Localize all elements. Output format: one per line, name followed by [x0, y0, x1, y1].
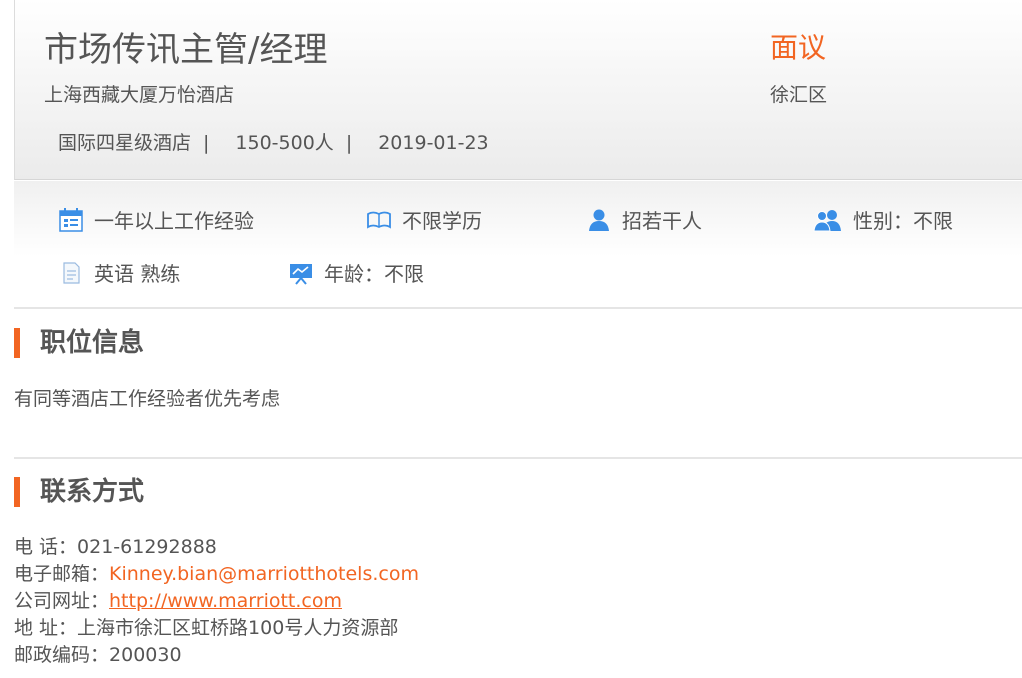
requirement-headcount: 招若干人 [586, 205, 702, 234]
email-label: 电子邮箱： [14, 563, 110, 585]
requirement-education: 不限学历 [366, 205, 482, 234]
requirement-gender: 性别：不限 [813, 205, 953, 234]
hotel-type: 国际四星级酒店 [58, 132, 192, 154]
requirement-experience: 一年以上工作经验 [58, 205, 254, 234]
email-row: 电子邮箱：Kinney.bian@marriotthotels.com [14, 561, 419, 588]
meta-separator: | [203, 132, 210, 154]
job-description: 有同等酒店工作经验者优先考虑 [14, 388, 281, 410]
district: 徐汇区 [770, 84, 828, 106]
requirement-age: 年龄：不限 [288, 258, 424, 287]
requirement-language: 英语 熟练 [58, 258, 180, 287]
requirement-label: 不限学历 [402, 209, 482, 233]
website-row: 公司网址：http://www.marriott.com [14, 588, 419, 615]
postcode-label: 邮政编码： [14, 644, 110, 666]
postcode-row: 邮政编码：200030 [14, 642, 419, 669]
phone-row: 电 话：021-61292888 [14, 534, 419, 561]
job-title: 市场传讯主管/经理 [44, 30, 328, 70]
company-name[interactable]: 上海西藏大厦万怡酒店 [44, 80, 234, 107]
requirements-area [14, 181, 1022, 309]
post-date: 2019-01-23 [378, 132, 489, 154]
contact-info: 电 话：021-61292888 电子邮箱：Kinney.bian@marrio… [14, 534, 419, 669]
company-size: 150-500人 [235, 132, 334, 154]
website-label: 公司网址： [14, 590, 110, 612]
requirement-label: 一年以上工作经验 [94, 209, 254, 233]
people-icon [813, 209, 841, 231]
address-row: 地 址：上海市徐汇区虹桥路100号人力资源部 [14, 615, 419, 642]
requirement-label: 招若干人 [622, 209, 702, 233]
address-label: 地 址： [14, 617, 78, 639]
email-value[interactable]: Kinney.bian@marriotthotels.com [109, 563, 419, 585]
person-icon [589, 209, 609, 231]
section-divider [14, 457, 1022, 459]
requirement-label: 年龄：不限 [324, 262, 424, 286]
phone-value: 021-61292888 [77, 536, 217, 558]
document-icon [63, 261, 80, 284]
presentation-icon [290, 263, 312, 285]
meta-separator: | [345, 132, 353, 154]
address-value: 上海市徐汇区虹桥路100号人力资源部 [77, 617, 399, 639]
position-info-heading: 职位信息 [14, 328, 144, 358]
requirement-label: 性别：不限 [853, 209, 953, 233]
salary: 面议 [770, 31, 827, 64]
book-icon [367, 211, 391, 229]
website-link[interactable]: http://www.marriott.com [109, 590, 342, 612]
calendar-icon [59, 207, 83, 232]
requirement-label: 英语 熟练 [94, 262, 181, 286]
contact-heading: 联系方式 [14, 477, 144, 507]
job-meta: 国际四星级酒店 | 150-500人 | 2019-01-23 [58, 128, 489, 155]
postcode-value: 200030 [109, 644, 182, 666]
phone-label: 电 话： [14, 536, 78, 558]
